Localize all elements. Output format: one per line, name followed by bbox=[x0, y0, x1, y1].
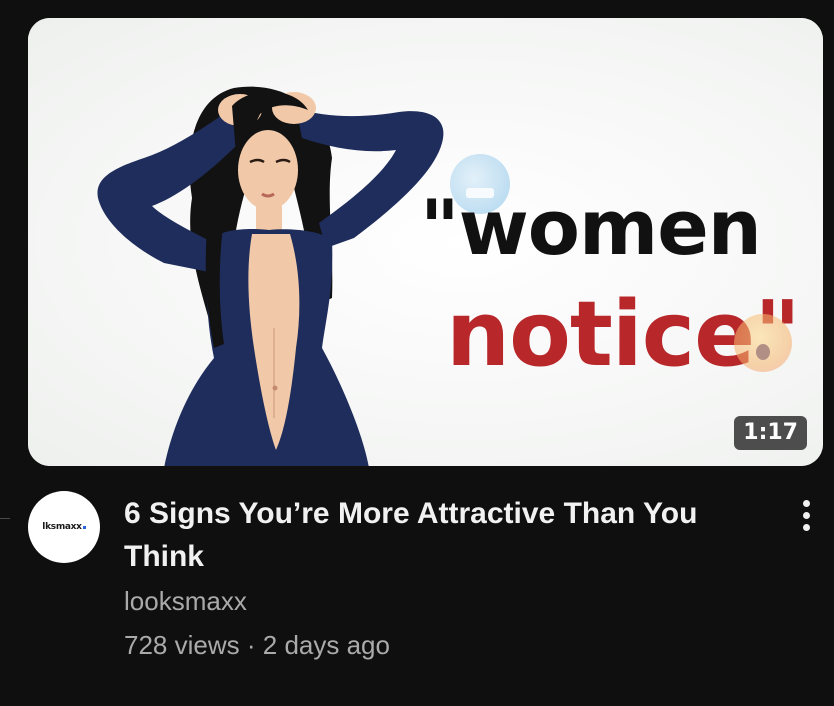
video-metadata: 728 views · 2 days ago bbox=[124, 628, 390, 662]
video-thumbnail[interactable]: "women notice" 1:17 bbox=[28, 18, 823, 466]
duration-badge: 1:17 bbox=[734, 416, 807, 450]
view-count: 728 views bbox=[124, 630, 240, 660]
menu-dot bbox=[802, 523, 810, 531]
channel-name[interactable]: looksmaxx bbox=[124, 584, 247, 618]
video-title[interactable]: 6 Signs You’re More Attractive Than You … bbox=[124, 492, 744, 578]
anxious-sweat-emoji-icon bbox=[734, 314, 792, 372]
thumbnail-text-women: "women bbox=[420, 183, 762, 272]
divider-tick bbox=[0, 518, 10, 519]
channel-avatar[interactable]: lksmaxx bbox=[28, 491, 100, 563]
face bbox=[238, 130, 298, 210]
menu-dot bbox=[802, 499, 810, 507]
more-vertical-icon[interactable] bbox=[788, 493, 824, 537]
avatar-logo-text: lksmaxx bbox=[42, 522, 86, 532]
video-card: "women notice" 1:17 lksmaxx 6 Signs You’… bbox=[0, 0, 834, 706]
meta-separator: · bbox=[246, 630, 256, 660]
thumbnail-illustration bbox=[97, 86, 444, 466]
menu-dot bbox=[802, 511, 810, 519]
upload-age: 2 days ago bbox=[262, 630, 390, 660]
avatar-logo-dot bbox=[82, 526, 86, 529]
